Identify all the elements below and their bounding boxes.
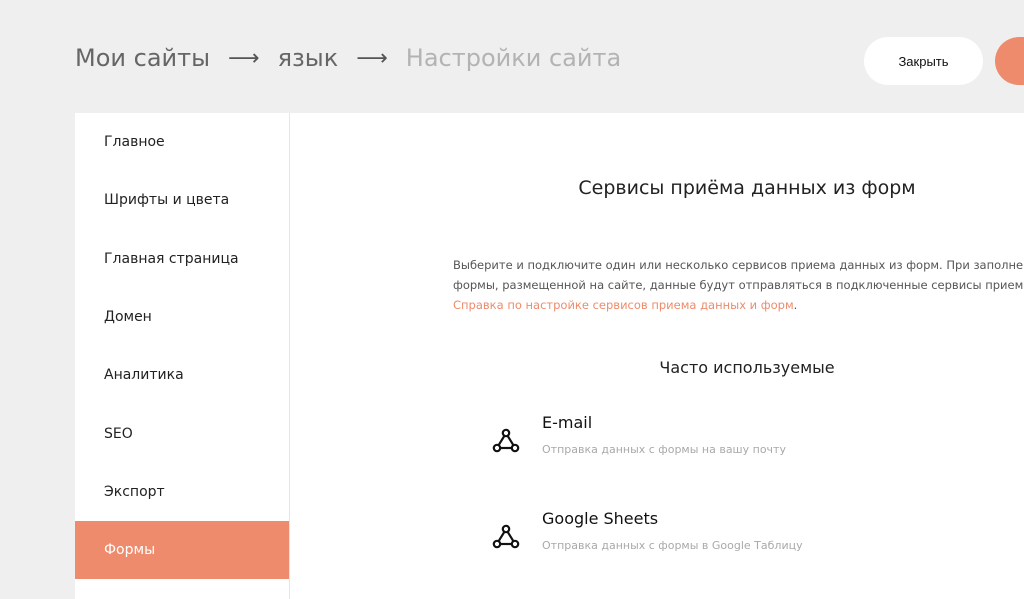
webhook-icon [492,428,520,453]
sidebar-item-home-page[interactable]: Главная страница [75,230,289,288]
description-line-2: формы, размещенной на сайте, данные буду… [453,278,1024,292]
close-button[interactable]: Закрыть [864,37,983,85]
service-name: Google Sheets [542,509,659,528]
sidebar-item-forms[interactable]: Формы [75,521,289,580]
breadcrumb-my-sites[interactable]: Мои сайты [75,44,210,72]
service-google-sheets[interactable]: Google Sheets Отправка данных с формы в … [490,509,990,569]
description: Выберите и подключите один или несколько… [453,255,1024,315]
service-name: E-mail [542,413,593,432]
service-description: Отправка данных с формы на вашу почту [542,443,786,456]
sidebar-item-analytics[interactable]: Аналитика [75,346,289,404]
forms-settings-panel: Сервисы приёма данных из форм Выберите и… [290,113,1024,599]
sidebar-item-export[interactable]: Экспорт [75,463,289,521]
page: Мои сайты ⟶ язык ⟶ Настройки сайта Закры… [0,0,1024,599]
settings-sidebar: Главное Шрифты и цвета Главная страница … [75,113,290,599]
section-title-popular: Часто используемые [659,358,835,377]
webhook-icon [492,524,520,549]
breadcrumb-arrow-icon: ⟶ [228,45,260,71]
breadcrumb-site[interactable]: язык [278,44,339,72]
service-description: Отправка данных с формы в Google Таблицу [542,539,803,552]
publish-button[interactable] [995,37,1024,85]
sidebar-item-main[interactable]: Главное [75,113,289,171]
page-title: Сервисы приёма данных из форм [578,177,916,199]
breadcrumb-site-settings: Настройки сайта [405,44,622,72]
breadcrumb-arrow-icon: ⟶ [356,45,388,71]
help-link[interactable]: Справка по настройке сервисов приема дан… [453,298,794,312]
sidebar-item-seo[interactable]: SEO [75,404,289,462]
help-link-suffix: . [793,298,798,312]
sidebar-item-domain[interactable]: Домен [75,288,289,346]
breadcrumb: Мои сайты ⟶ язык ⟶ Настройки сайта [75,38,621,78]
description-line-3: Справка по настройке сервисов приема дан… [453,295,1024,315]
service-email[interactable]: E-mail Отправка данных с формы на вашу п… [490,413,990,473]
description-line-1: Выберите и подключите один или несколько… [453,258,1024,272]
sidebar-item-fonts-colors[interactable]: Шрифты и цвета [75,171,289,229]
